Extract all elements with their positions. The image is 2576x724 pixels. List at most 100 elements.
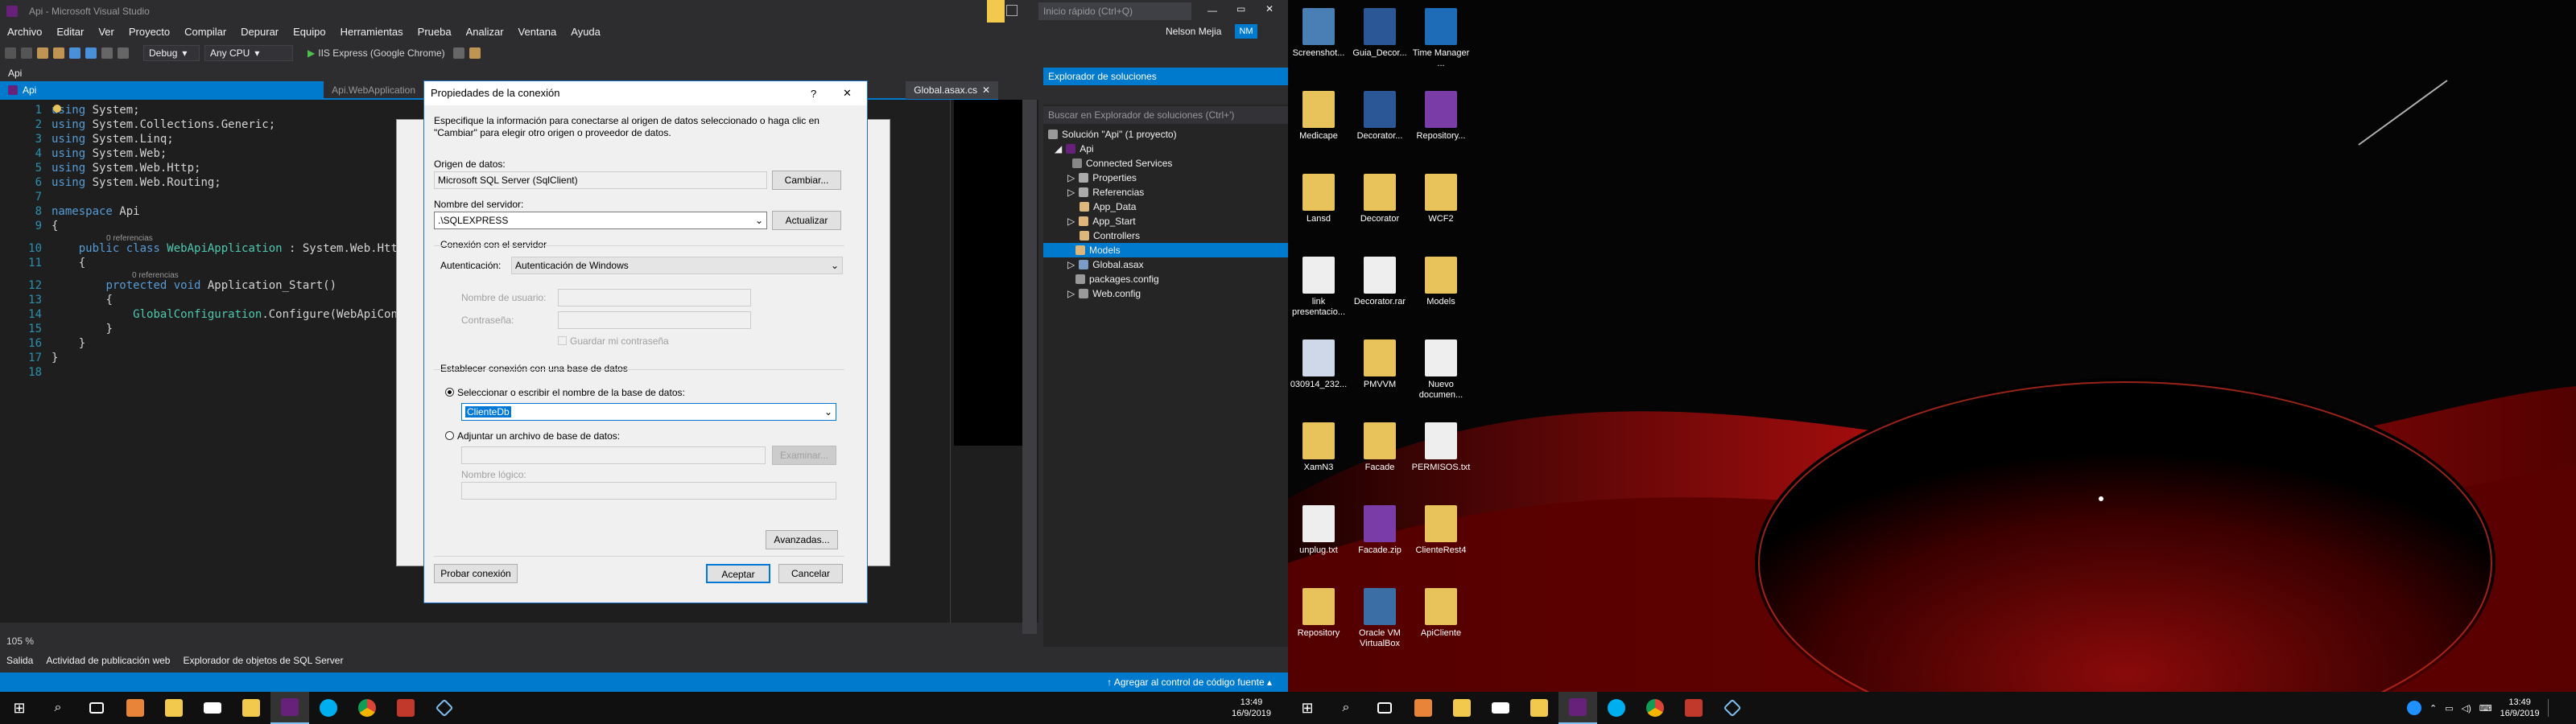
taskbar-app-2[interactable] [1674,692,1713,724]
menu-editar[interactable]: Editar [49,23,91,42]
desktop-icon[interactable]: Decorator.rar [1349,257,1410,307]
tree-item-connected-services[interactable]: Connected Services [1072,156,1172,171]
desktop-icon[interactable]: Facade.zip [1349,505,1410,556]
redo-icon[interactable] [118,47,129,59]
volume-icon[interactable]: ◁) [2462,703,2471,714]
new-project-icon[interactable] [37,47,48,59]
tree-item-app-data[interactable]: App_Data [1067,200,1136,214]
cancel-button[interactable]: Cancelar [778,564,843,583]
back-icon[interactable] [5,47,16,59]
auth-select[interactable]: Autenticación de Windows ⌄ [511,257,843,274]
test-connection-button[interactable]: Probar conexión [434,564,518,583]
desktop-icon[interactable]: Medicape [1288,91,1349,142]
desktop-icon[interactable]: Models [1410,257,1472,307]
desktop-icon[interactable]: Screenshot... [1288,8,1349,59]
taskbar-store[interactable] [1520,692,1558,724]
tree-item-api[interactable]: ◢ Api [1055,142,1094,156]
desktop-icon[interactable]: Repository... [1410,91,1472,142]
help-button[interactable]: ? [811,88,816,100]
config-select[interactable]: Debug ▾ [143,45,200,61]
menu-prueba[interactable]: Prueba [411,23,459,42]
start-button[interactable]: ⊞ [1288,692,1327,724]
ok-button[interactable]: Aceptar [706,564,770,583]
taskbar-skype[interactable] [309,692,348,724]
desktop-icon[interactable]: Time Manager ... [1410,8,1472,69]
tab-actividad-publicacion[interactable]: Actividad de publicación web [39,655,176,666]
select-db-radio[interactable]: Seleccionar o escribir el nombre de la b… [445,387,685,398]
tree-item-web-config[interactable]: ▷ Web.config [1067,286,1141,301]
taskbar-app-1[interactable] [116,692,155,724]
desktop-icon[interactable]: 030914_232... [1288,339,1349,390]
language-icon[interactable]: ⌨ [2479,703,2492,714]
project-dropdown[interactable]: Api [0,81,324,99]
open-icon[interactable] [53,47,64,59]
search-button[interactable]: ⌕ [1327,692,1365,724]
undo-icon[interactable] [101,47,113,59]
tree-item-solution[interactable]: Solución "Api" (1 proyecto) [1048,127,1177,142]
menu-herramientas[interactable]: Herramientas [333,23,411,42]
taskbar-skype[interactable] [1597,692,1636,724]
desktop-icon[interactable]: Repository [1288,588,1349,639]
tree-item-app-start[interactable]: ▷ App_Start [1067,214,1136,228]
taskbar-app-1[interactable] [1404,692,1443,724]
tree-item-referencias[interactable]: ▷ Referencias [1067,185,1144,200]
platform-select[interactable]: Any CPU ▾ [204,45,293,61]
network-icon[interactable]: ▭ [2445,703,2453,714]
taskbar-chrome[interactable] [1636,692,1674,724]
desktop-icon[interactable]: Oracle VM VirtualBox [1349,588,1410,649]
taskbar-app-3[interactable] [425,692,464,724]
tree-item-packages-config[interactable]: packages.config [1075,272,1159,286]
advanced-button[interactable]: Avanzadas... [766,530,838,549]
database-combo[interactable]: ClienteDb ⌄ [461,403,836,421]
desktop-icon[interactable]: WCF2 [1410,174,1472,224]
taskbar-visual-studio[interactable] [1558,692,1597,724]
desktop-icon[interactable]: ApiCliente [1410,588,1472,639]
clock-main[interactable]: 13:49 16/9/2019 [1232,692,1271,724]
user-name[interactable]: Nelson Mejia [1166,26,1221,37]
tree-item-global-asax[interactable]: ▷ Global.asax [1067,257,1144,272]
start-button[interactable]: ⊞ [0,692,39,724]
save-all-icon[interactable] [85,47,97,59]
desktop-icon[interactable]: ClienteRest4 [1410,505,1472,556]
feedback-icon[interactable] [1006,5,1018,16]
zoom-level[interactable]: 105 % [0,634,1038,648]
show-desktop-button[interactable] [2547,699,2556,717]
menu-depurar[interactable]: Depurar [233,23,286,42]
menu-equipo[interactable]: Equipo [286,23,332,42]
help-icon[interactable] [2407,701,2421,715]
chevron-up-icon[interactable]: ⌃ [2429,703,2437,714]
taskbar-store[interactable] [232,692,270,724]
solution-search-input[interactable]: Buscar en Explorador de soluciones (Ctrl… [1043,106,1288,124]
toolbar-extra-icon[interactable] [469,47,481,59]
desktop-icon[interactable]: XamN3 [1288,422,1349,473]
desktop-icon[interactable]: Decorator... [1349,91,1410,142]
menu-archivo[interactable]: Archivo [0,23,49,42]
desktop-icon[interactable]: Facade [1349,422,1410,473]
menu-compilar[interactable]: Compilar [177,23,233,42]
taskbar-mail[interactable] [193,692,232,724]
tab-salida[interactable]: Salida [0,655,39,666]
save-icon[interactable] [69,47,80,59]
refresh-button[interactable]: Actualizar [772,211,841,230]
task-view-button[interactable] [77,692,116,724]
search-button[interactable]: ⌕ [39,692,77,724]
run-button[interactable]: ▶ IIS Express (Google Chrome) [304,45,448,61]
desktop-icon[interactable]: PMVVM [1349,339,1410,390]
tree-item-models[interactable]: Models [1043,243,1288,257]
taskbar-app-2[interactable] [386,692,425,724]
desktop-icon[interactable]: PERMISOS.txt [1410,422,1472,473]
desktop-icon[interactable]: Guia_Decor... [1349,8,1410,59]
tab-global-asax-cs[interactable]: Global.asax.cs ✕ [906,81,998,99]
restore-button[interactable]: ▭ [1236,3,1245,14]
lightbulb-icon[interactable] [53,105,61,113]
menu-ayuda[interactable]: Ayuda [564,23,608,42]
tree-item-controllers[interactable]: Controllers [1067,228,1140,243]
desktop-icon[interactable]: unplug.txt [1288,505,1349,556]
taskbar-visual-studio[interactable] [270,692,309,724]
tab-sql-object-explorer[interactable]: Explorador de objetos de SQL Server [176,655,349,666]
desktop-icon[interactable]: Decorator [1349,174,1410,224]
notifications-icon[interactable] [987,0,1005,23]
server-combo[interactable]: .\SQLEXPRESS ⌄ [434,212,767,229]
minimize-button[interactable]: — [1208,5,1217,16]
menu-proyecto[interactable]: Proyecto [122,23,177,42]
